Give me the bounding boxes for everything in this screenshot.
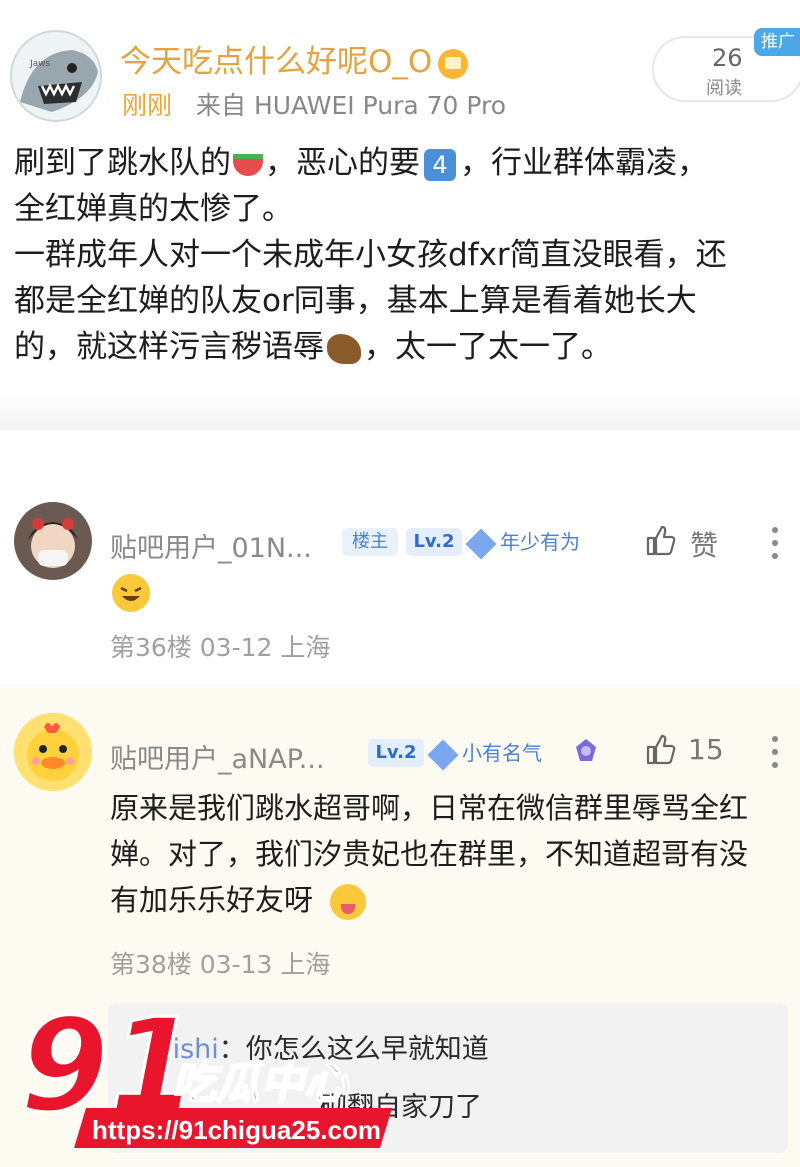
more-options-icon[interactable] bbox=[772, 735, 778, 769]
yellow-duck-avatar-icon bbox=[14, 713, 92, 791]
rank-badge: 年少有为 bbox=[465, 527, 580, 560]
grinning-face-emoji-icon bbox=[112, 574, 150, 612]
post-text: ，恶心的要 bbox=[265, 145, 420, 181]
like-count[interactable]: 15 bbox=[688, 733, 724, 766]
comment-line-text: 有加乐乐好友呀 bbox=[110, 883, 314, 917]
post-line-1: 刷到了跳水队的 ，恶心的要 4 ，行业群体霸凌， bbox=[14, 140, 790, 186]
watermark-title: 吃瓜中心 bbox=[172, 1058, 350, 1109]
avatar[interactable] bbox=[14, 713, 92, 791]
promo-tag: 推广 bbox=[754, 28, 800, 56]
watermark-logo: 91 吃瓜中心 https://91chigua25.com bbox=[19, 991, 392, 1148]
rank-title: 年少有为 bbox=[500, 530, 580, 554]
read-count: 26 bbox=[712, 44, 743, 72]
owner-badge: 楼主 bbox=[342, 528, 398, 556]
thumbs-up-icon[interactable] bbox=[646, 524, 676, 556]
medal-badge-icon bbox=[576, 739, 596, 761]
horse-emoji-icon bbox=[327, 333, 361, 364]
post-source: 来自 HUAWEI Pura 70 Pro bbox=[196, 91, 507, 120]
post-text: 刷到了跳水队的 bbox=[14, 145, 231, 181]
section-divider bbox=[0, 390, 800, 430]
post-header: Jaws 今天吃点什么好呢O_O 刚刚 来自 HUAWEI Pura 70 Pr… bbox=[0, 0, 800, 130]
comment-line: 婵。对了，我们汐贵妃也在群里，不知道超哥有没 bbox=[110, 837, 749, 871]
rank-title: 小有名气 bbox=[462, 741, 542, 765]
rank-diamond-icon bbox=[465, 527, 497, 560]
keycap-number-icon: 4 bbox=[424, 148, 456, 181]
comment-line: 有加乐乐好友呀 bbox=[110, 877, 780, 923]
comment-meta: 第38楼 03-13 上海 bbox=[110, 950, 331, 979]
post-body: 刷到了跳水队的 ，恶心的要 4 ，行业群体霸凌， 全红婵真的太惨了。 一群成年人对一个… bbox=[14, 140, 790, 370]
more-options-icon[interactable] bbox=[772, 526, 778, 560]
site-watermark: 91 吃瓜中心 https://91chigua25.com bbox=[19, 991, 400, 1152]
comment-line: 原来是我们跳水超哥啊，日常在微信群里辱骂全红 bbox=[110, 791, 749, 825]
like-label[interactable]: 赞 bbox=[690, 524, 718, 564]
watermelon-emoji-icon bbox=[233, 153, 263, 176]
rank-diamond-icon bbox=[427, 738, 459, 771]
thumbs-up-icon[interactable] bbox=[646, 733, 676, 765]
author-name[interactable]: 今天吃点什么好呢O_O bbox=[120, 36, 469, 81]
post-line-5: 的，就这样污言秽语辱 ，太一了太一了。 bbox=[14, 324, 790, 370]
level-badge: Lv.2 bbox=[406, 528, 462, 556]
comment-user-name[interactable]: 贴吧用户_01N... bbox=[110, 526, 312, 565]
post-line-3: 一群成年人对一个未成年小女孩dfxr简直没眼看，还 bbox=[14, 237, 727, 273]
post-line-2: 全红婵真的太惨了。 bbox=[14, 191, 293, 227]
rank-badge: 小有名气 bbox=[427, 738, 542, 771]
comment-floor-36: 贴吧用户_01N... 楼主 Lv.2 年少有为 赞 第36楼 03-12 上海 bbox=[0, 470, 800, 680]
post-text: ，太一了太一了。 bbox=[364, 329, 612, 365]
post-time: 刚刚 bbox=[122, 91, 173, 120]
read-label: 阅读 bbox=[706, 78, 742, 99]
tongue-face-emoji-icon bbox=[330, 884, 367, 920]
watermark-url: https://91chigua25.com bbox=[92, 1115, 381, 1145]
level-badge: Lv.2 bbox=[368, 739, 424, 767]
post-text: ，行业群体霸凌， bbox=[460, 145, 708, 181]
vip-badge-icon bbox=[438, 48, 469, 79]
emoji-face-detail bbox=[120, 586, 142, 601]
svg-text:Jaws: Jaws bbox=[29, 59, 51, 69]
avatar[interactable] bbox=[14, 502, 92, 580]
comment-text: 原来是我们跳水超哥啊，日常在微信群里辱骂全红 婵。对了，我们汐贵妃也在群里，不知… bbox=[110, 785, 780, 923]
author-avatar[interactable]: Jaws bbox=[10, 30, 102, 122]
comment-meta: 第36楼 03-12 上海 bbox=[110, 633, 331, 662]
post-text: 的，就这样污言秽语辱 bbox=[14, 329, 324, 365]
user-photo-icon bbox=[14, 502, 92, 580]
post-line-4: 都是全红婵的队友or同事，基本上算是看着她长大 bbox=[14, 283, 697, 319]
comment-user-name[interactable]: 贴吧用户_aNAP... bbox=[110, 737, 325, 776]
author-name-text: 今天吃点什么好呢O_O bbox=[120, 44, 433, 80]
shark-avatar-icon: Jaws bbox=[12, 32, 100, 120]
